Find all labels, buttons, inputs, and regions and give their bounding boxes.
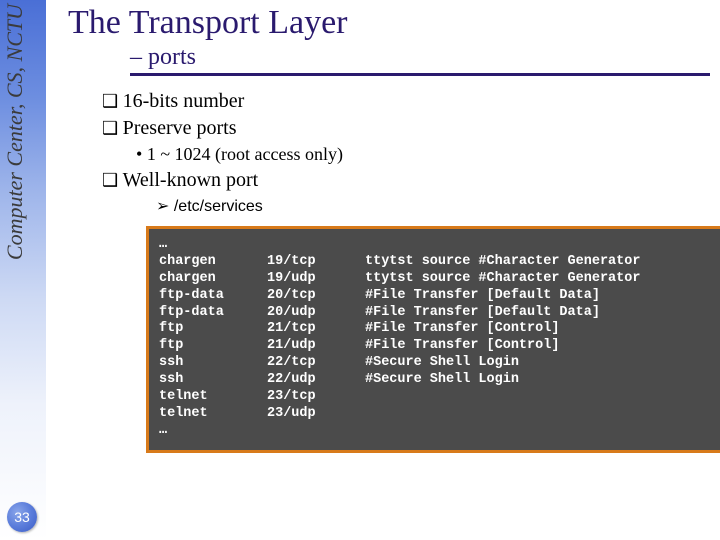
service-desc-cell: #File Transfer [Control] — [365, 321, 658, 338]
code-ellipsis-bottom: … — [159, 423, 658, 440]
service-name-cell: telnet — [159, 389, 267, 406]
service-name-cell: telnet — [159, 406, 267, 423]
slide-subtitle: – ports — [130, 44, 196, 70]
service-name-cell: ftp-data — [159, 305, 267, 322]
service-name-cell: chargen — [159, 254, 267, 271]
service-name-cell: chargen — [159, 271, 267, 288]
title-underline — [130, 73, 710, 76]
services-row: ftp-data20/tcp#File Transfer [Default Da… — [159, 288, 658, 305]
service-port-cell: 20/tcp — [267, 288, 365, 305]
bullet-well-known-port: Well-known port /etc/services — [102, 169, 710, 216]
affiliation-vertical-text: Computer Center, CS, NCTU — [2, 4, 42, 260]
services-row: ssh22/tcp#Secure Shell Login — [159, 355, 658, 372]
bullet-well-known-port-label: Well-known port — [123, 169, 259, 191]
services-row: ftp-data20/udp#File Transfer [Default Da… — [159, 305, 658, 322]
bullet-preserve-ports-label: Preserve ports — [123, 117, 237, 139]
service-port-cell: 23/udp — [267, 406, 365, 423]
services-row: … — [159, 423, 658, 440]
subbullet-root-access: 1 ~ 1024 (root access only) — [136, 144, 710, 165]
service-desc-cell: ttytst source #Character Generator — [365, 271, 658, 288]
services-code-box: … chargen19/tcp ttytst source #Character… — [146, 226, 720, 453]
service-name-cell: ftp — [159, 338, 267, 355]
subbullet-etc-services: /etc/services — [156, 196, 710, 216]
slide-content: The Transport Layer – ports 16-bits numb… — [68, 4, 710, 453]
service-port-cell: 20/udp — [267, 305, 365, 322]
services-table: chargen19/tcp ttytst source #Character G… — [159, 254, 658, 440]
service-desc-cell — [365, 406, 658, 423]
service-desc-cell: #Secure Shell Login — [365, 355, 658, 372]
services-row: ftp21/tcp#File Transfer [Control] — [159, 321, 658, 338]
services-row: ftp21/udp#File Transfer [Control] — [159, 338, 658, 355]
services-row: ssh22/udp#Secure Shell Login — [159, 372, 658, 389]
service-desc-cell: #Secure Shell Login — [365, 372, 658, 389]
service-name-cell: ssh — [159, 372, 267, 389]
service-name-cell: ftp — [159, 321, 267, 338]
slide-number-badge: 33 — [7, 502, 37, 532]
service-port-cell: 23/tcp — [267, 389, 365, 406]
service-port-cell: 21/udp — [267, 338, 365, 355]
service-port-cell: 19/tcp — [267, 254, 365, 271]
service-name-cell: ssh — [159, 355, 267, 372]
service-desc-cell: #File Transfer [Control] — [365, 338, 658, 355]
service-port-cell: 19/udp — [267, 271, 365, 288]
services-row: chargen19/udp ttytst source #Character G… — [159, 271, 658, 288]
left-gradient-bar: Computer Center, CS, NCTU — [0, 0, 46, 540]
service-desc-cell: #File Transfer [Default Data] — [365, 305, 658, 322]
services-row: chargen19/tcp ttytst source #Character G… — [159, 254, 658, 271]
services-row: telnet23/tcp — [159, 389, 658, 406]
service-desc-cell: ttytst source #Character Generator — [365, 254, 658, 271]
service-desc-cell — [365, 389, 658, 406]
bullet-preserve-ports: Preserve ports 1 ~ 1024 (root access onl… — [102, 117, 710, 165]
service-port-cell: 22/tcp — [267, 355, 365, 372]
service-port-cell: 22/udp — [267, 372, 365, 389]
service-port-cell: 21/tcp — [267, 321, 365, 338]
services-row: telnet23/udp — [159, 406, 658, 423]
service-name-cell: ftp-data — [159, 288, 267, 305]
code-ellipsis-top: … — [159, 237, 719, 254]
bullet-list: 16-bits number Preserve ports 1 ~ 1024 (… — [102, 90, 710, 216]
bullet-16bits: 16-bits number — [102, 90, 710, 113]
slide-title: The Transport Layer — [68, 4, 710, 42]
service-desc-cell: #File Transfer [Default Data] — [365, 288, 658, 305]
